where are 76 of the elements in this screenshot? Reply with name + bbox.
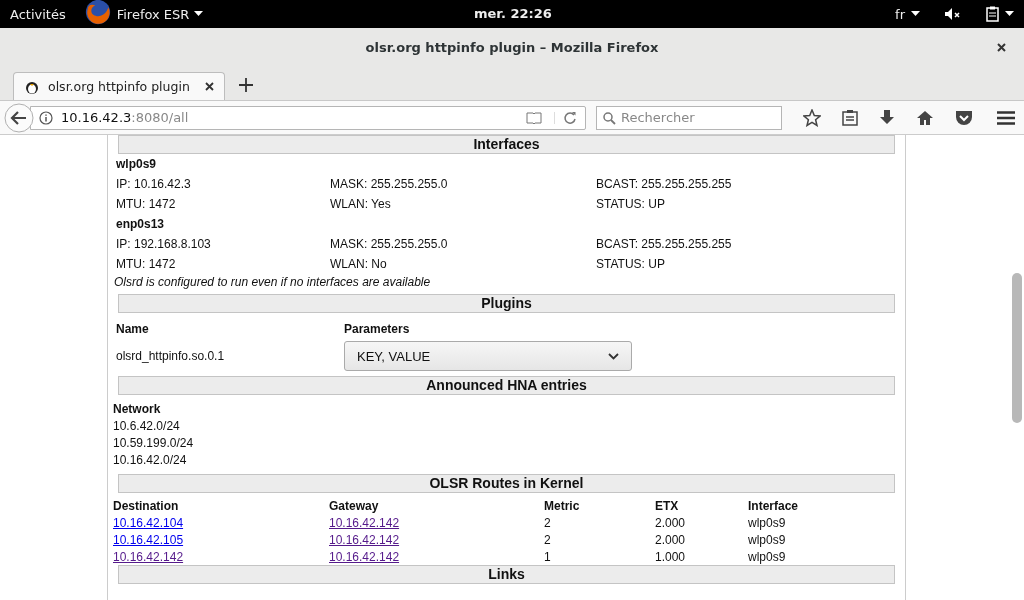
reload-icon[interactable] <box>563 110 577 125</box>
menu-icon[interactable] <box>997 110 1015 125</box>
interface-cell-text: wlp0s9 <box>748 549 787 564</box>
browser-tab[interactable]: olsr.org httpinfo plugin <box>13 72 225 100</box>
destination-link[interactable]: 10.16.42.142 <box>113 549 184 564</box>
metric-cell-text: 2 <box>544 515 552 530</box>
interface-name: enp0s13 <box>116 217 166 233</box>
interface-mask: MASK: 255.255.255.0 <box>330 177 449 191</box>
gateway-link[interactable]: 10.16.42.142 <box>329 532 400 547</box>
column-header: ETX <box>655 498 680 513</box>
interface-name: wlp0s9 <box>116 157 158 173</box>
gateway-link[interactable]: 10.16.42.142 <box>329 549 400 564</box>
interface-status: STATUS: UP <box>596 257 666 271</box>
clipboard-icon[interactable] <box>986 6 999 22</box>
app-menu[interactable]: Firefox ESR <box>83 2 204 26</box>
pocket-icon[interactable] <box>955 109 973 126</box>
interface-wlan: WLAN: Yes <box>330 197 392 211</box>
back-icon[interactable] <box>4 102 34 133</box>
note-text: Olsrd is configured to run even if no interfaces are available <box>114 275 432 289</box>
destination-link[interactable]: 10.16.42.105 <box>113 532 184 547</box>
etx-cell-text: 2.000 <box>655 532 687 547</box>
gateway-link[interactable]: 10.16.42.142 <box>329 515 400 530</box>
section-heading: Interfaces <box>118 135 895 154</box>
info-icon[interactable] <box>39 110 53 125</box>
etx-cell-text: 1.000 <box>655 549 687 564</box>
column-header: Parameters <box>344 322 411 336</box>
section-heading: OLSR Routes in Kernel <box>118 474 895 493</box>
plugin-name: olsrd_httpinfo.so.0.1 <box>116 349 226 363</box>
interface-cell-text: wlp0s9 <box>748 515 787 530</box>
home-icon[interactable] <box>916 109 934 126</box>
interface-ip: IP: 10.16.42.3 <box>116 177 192 191</box>
column-header: Interface <box>748 498 800 513</box>
column-header: Metric <box>544 498 581 513</box>
caret-icon <box>911 11 920 17</box>
address-bar[interactable]: 10.16.42.3:8080/all <box>30 105 586 130</box>
interface-mtu: MTU: 1472 <box>116 197 177 211</box>
close-icon[interactable] <box>997 43 1006 52</box>
caret-icon <box>1005 11 1014 17</box>
close-icon[interactable] <box>205 82 214 91</box>
search-field[interactable]: Rechercher <box>596 105 782 130</box>
section-heading: Plugins <box>118 294 895 313</box>
network-entry: 10.6.42.0/24 <box>113 418 181 435</box>
interface-mask: MASK: 255.255.255.0 <box>330 237 449 251</box>
chevron-down-icon <box>608 352 619 360</box>
interface-mtu: MTU: 1472 <box>116 257 177 271</box>
download-icon[interactable] <box>879 109 895 126</box>
interface-status: STATUS: UP <box>596 197 666 211</box>
network-entry: 10.59.199.0/24 <box>113 435 195 452</box>
interface-broadcast: BCAST: 255.255.255.255 <box>596 177 733 191</box>
column-header: Name <box>116 322 150 336</box>
interface-wlan: WLAN: No <box>330 257 388 271</box>
star-icon[interactable] <box>803 108 821 127</box>
interface-cell-text: wlp0s9 <box>748 532 787 547</box>
parameters-dropdown[interactable]: KEY, VALUE <box>344 341 632 371</box>
language-menu[interactable]: fr <box>895 6 905 22</box>
firefox-logo-icon <box>83 0 112 26</box>
metric-cell-text: 1 <box>544 549 552 564</box>
clipboard-icon[interactable] <box>842 109 858 126</box>
caret-icon <box>194 11 204 17</box>
activities-button[interactable]: Activités <box>10 6 66 22</box>
search-icon <box>603 111 616 125</box>
new-tab-icon[interactable] <box>239 78 253 92</box>
section-heading: Announced HNA entries <box>118 376 895 395</box>
etx-cell-text: 2.000 <box>655 515 687 530</box>
speaker-muted-icon[interactable] <box>944 7 962 21</box>
column-header: Destination <box>113 498 180 513</box>
section-heading: Links <box>118 565 895 584</box>
clock[interactable]: mer. 22:26 <box>474 6 552 21</box>
interface-ip: IP: 192.168.8.103 <box>116 237 212 251</box>
window-title: olsr.org httpinfo plugin – Mozilla Firefox <box>365 39 659 55</box>
metric-cell-text: 2 <box>544 532 552 547</box>
column-header: Gateway <box>329 498 380 513</box>
network-entry: 10.16.42.0/24 <box>113 452 188 469</box>
column-header: Network <box>113 401 162 418</box>
interface-broadcast: BCAST: 255.255.255.255 <box>596 237 733 251</box>
destination-link[interactable]: 10.16.42.104 <box>113 515 184 530</box>
